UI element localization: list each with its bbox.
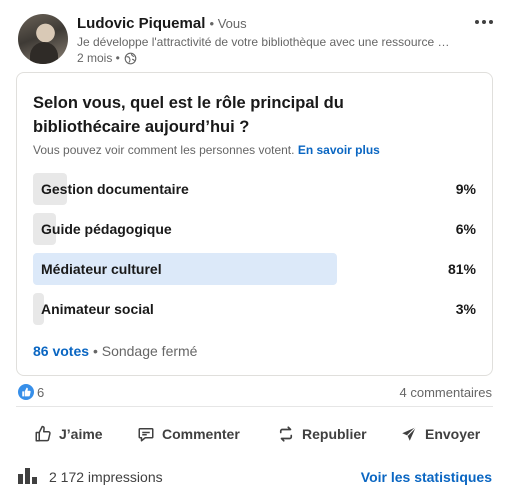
post-header: Ludovic Piquemal • Vous Je développe l'a… — [18, 14, 498, 66]
votes-link[interactable]: 86 votes — [33, 343, 89, 359]
thumbs-up-icon — [35, 425, 51, 442]
poll-option-label: Médiateur culturel — [41, 261, 162, 277]
poll-footer: 86 votes • Sondage fermé — [33, 343, 197, 359]
comments-count[interactable]: 4 commentaires — [400, 385, 492, 400]
poll-card: Selon vous, quel est le rôle principal d… — [16, 72, 493, 376]
poll-option-percent: 9% — [455, 181, 476, 197]
poll-option-percent: 3% — [455, 301, 476, 317]
poll-option: Médiateur culturel 81% — [33, 253, 476, 285]
poll-note: Vous pouvez voir comment les personnes v… — [33, 143, 380, 157]
author-line: Ludovic Piquemal • Vous — [77, 15, 247, 32]
poll-option-percent: 6% — [455, 221, 476, 237]
comment-button[interactable]: Commenter — [137, 416, 240, 452]
post-meta: 2 mois • — [77, 51, 137, 65]
comment-label: Commenter — [162, 426, 240, 442]
poll-status: • Sondage fermé — [92, 343, 198, 359]
author-name[interactable]: Ludovic Piquemal — [77, 15, 205, 32]
avatar[interactable] — [18, 14, 68, 64]
like-button[interactable]: J’aime — [34, 416, 103, 452]
post-time: 2 mois • — [77, 51, 120, 65]
comment-icon — [138, 428, 154, 442]
send-button[interactable]: Envoyer — [400, 416, 480, 452]
poll-option-label: Guide pédagogique — [41, 221, 172, 237]
bar-chart-icon — [18, 468, 37, 484]
view-stats-link[interactable]: Voir les statistiques — [361, 469, 492, 485]
divider — [16, 406, 493, 407]
impressions-count: 2 172 impressions — [49, 469, 163, 485]
poll-option: Guide pédagogique 6% — [33, 213, 476, 245]
globe-icon — [124, 52, 137, 64]
social-counts: 6 4 commentaires — [18, 384, 492, 402]
author-degree: • Vous — [209, 16, 247, 31]
send-icon — [402, 426, 417, 441]
send-label: Envoyer — [425, 426, 481, 442]
poll-option-label: Animateur social — [41, 301, 154, 317]
learn-more-link[interactable]: En savoir plus — [298, 143, 380, 157]
repost-icon — [279, 426, 293, 442]
repost-button[interactable]: Republier — [277, 416, 367, 452]
poll-option: Animateur social 3% — [33, 293, 476, 325]
like-label: J’aime — [59, 426, 103, 442]
author-headline: Je développe l'attractivité de votre bib… — [77, 35, 450, 49]
poll-option-percent: 81% — [447, 261, 476, 277]
poll-option: Gestion documentaire 9% — [33, 173, 476, 205]
repost-label: Republier — [302, 426, 367, 442]
poll-note-text: Vous pouvez voir comment les personnes v… — [33, 143, 295, 157]
like-count[interactable]: 6 — [37, 385, 44, 400]
action-bar: J’aime Commenter Republier Envoyer — [18, 416, 492, 452]
poll-option-label: Gestion documentaire — [41, 181, 189, 197]
poll-question: Selon vous, quel est le rôle principal d… — [33, 94, 344, 136]
like-reaction-icon[interactable] — [18, 384, 34, 400]
stats-bar: 2 172 impressions Voir les statistiques — [18, 466, 492, 488]
more-options-icon[interactable] — [472, 14, 496, 30]
